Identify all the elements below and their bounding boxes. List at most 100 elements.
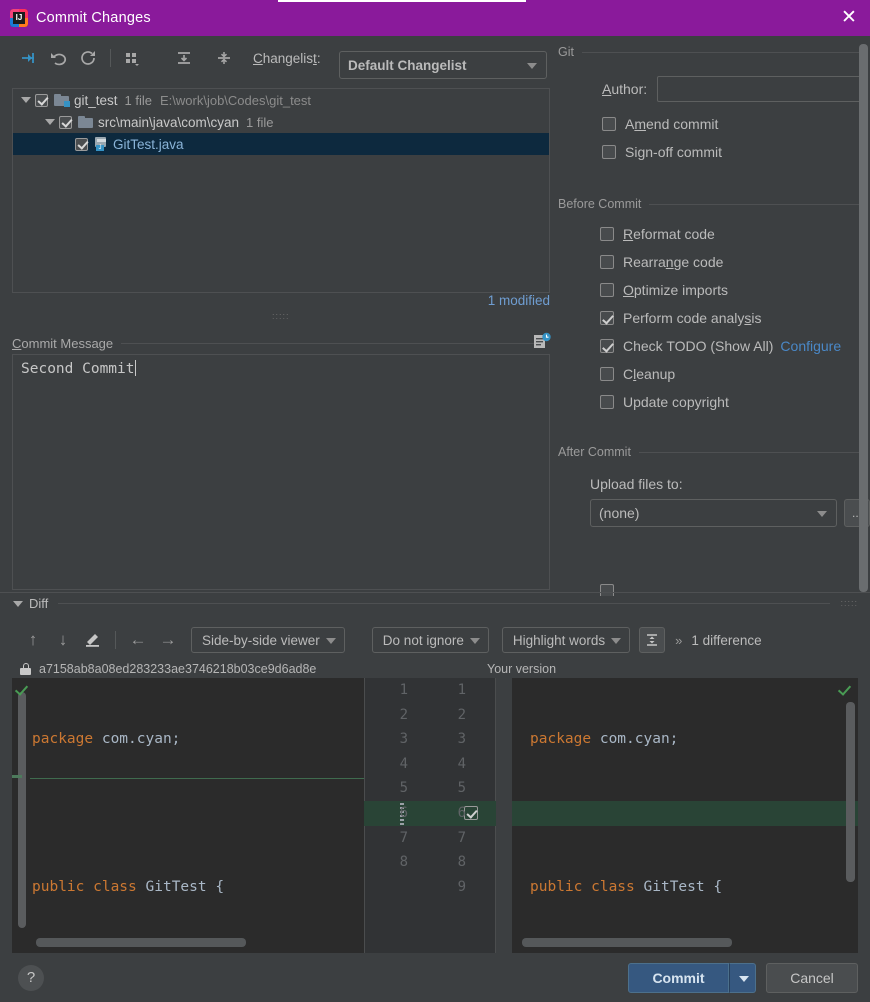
amend-commit-checkbox[interactable] [602, 117, 616, 131]
cleanup-row[interactable]: Cleanup [558, 360, 870, 388]
diff-toolbar: ↑ ↓ ← → Side-by-side viewer Do not ignor… [0, 622, 870, 658]
reformat-code-checkbox[interactable] [600, 227, 614, 241]
author-label: Author: [602, 81, 648, 97]
divider [0, 592, 870, 593]
before-commit-section-title: Before Commit [558, 197, 642, 211]
left-gutter-marker[interactable] [18, 692, 26, 928]
collapse-triangle-icon[interactable] [12, 597, 24, 609]
optimize-imports-checkbox[interactable] [600, 283, 614, 297]
upload-files-label: Upload files to: [590, 476, 683, 492]
reformat-code-label: Reformat code [623, 226, 715, 242]
tree-node-name: src\main\java\com\cyan [98, 114, 240, 130]
sign-off-commit-row[interactable]: Sign-off commit [558, 138, 870, 166]
splitter-grip[interactable]: ::::: [272, 313, 292, 319]
changes-tree[interactable]: git_test 1 file E:\work\job\Codes\git_te… [12, 88, 550, 293]
line-numbers-new: 1 2 3 4 5 6 7 8 9 [426, 678, 466, 899]
check-todo-checkbox[interactable] [600, 339, 614, 353]
commit-message-input[interactable]: Second Commit [12, 354, 550, 590]
accept-change-checkbox[interactable] [464, 806, 478, 820]
reformat-code-row[interactable]: Reformat code [558, 220, 870, 248]
tree-node-meta: 1 file [246, 114, 274, 130]
intellij-idea-logo: IJ [10, 9, 28, 27]
git-section-header: Git [558, 44, 870, 60]
rollback-icon[interactable] [44, 44, 74, 72]
collapse-unchanged-icon[interactable] [639, 627, 666, 653]
update-copyright-row[interactable]: Update copyright [558, 388, 870, 416]
divider [581, 51, 860, 53]
toolbar-divider [115, 631, 116, 649]
diff-section-header: Diff ::::: [12, 594, 858, 612]
changelist-dropdown[interactable]: Default Changelist [339, 51, 547, 79]
close-icon[interactable]: ✕ [836, 6, 862, 30]
line-number: 7 [457, 829, 466, 846]
arrow-up-icon[interactable]: ↑ [18, 627, 48, 653]
row-checkbox[interactable] [59, 115, 72, 129]
diff-pane-right[interactable]: package com.cyan; public class GitTest {… [512, 678, 858, 953]
options-scrollbar[interactable] [858, 44, 868, 614]
commit-changes-dialog: IJ Commit Changes ✕ Changelist: Default … [0, 0, 870, 1002]
expand-all-icon[interactable] [169, 44, 199, 72]
row-checkbox[interactable] [35, 93, 48, 107]
whitespace-mode-dropdown[interactable]: Do not ignore [371, 627, 489, 653]
expand-triangle-icon[interactable] [43, 115, 57, 129]
cancel-button[interactable]: Cancel [766, 963, 858, 993]
check-todo-row[interactable]: Check TODO (Show All) Configure [558, 332, 870, 360]
vertical-scrollbar-right[interactable] [846, 702, 855, 882]
line-number: 5 [457, 780, 466, 797]
arrow-left-icon[interactable]: ← [123, 627, 153, 653]
sign-off-commit-checkbox[interactable] [602, 145, 616, 159]
line-number: 6 [457, 804, 466, 821]
table-row[interactable]: src\main\java\com\cyan 1 file [13, 111, 549, 133]
collapse-all-icon[interactable] [209, 44, 239, 72]
table-row[interactable]: J GitTest.java [13, 133, 549, 155]
perform-code-analysis-checkbox[interactable] [600, 311, 614, 325]
arrow-right-icon[interactable]: → [153, 627, 183, 653]
optimize-imports-row[interactable]: Optimize imports [558, 276, 870, 304]
code-line: public class GitTest { [32, 878, 225, 895]
expand-triangle-icon[interactable] [19, 93, 33, 107]
changelist-value: Default Changelist [348, 57, 467, 73]
pencil-icon[interactable] [78, 627, 108, 653]
modified-count: 1 modified [487, 293, 550, 308]
rearrange-code-checkbox[interactable] [600, 255, 614, 269]
scrollbar-thumb[interactable] [859, 44, 868, 592]
refresh-icon[interactable] [74, 44, 104, 72]
upload-files-dropdown[interactable]: (none) [590, 499, 838, 527]
commit-dropdown-button[interactable] [729, 963, 756, 993]
horizontal-scrollbar-right[interactable] [522, 938, 732, 947]
group-by-icon[interactable] [117, 44, 147, 72]
check-todo-label: Check TODO (Show All) [623, 338, 774, 354]
perform-code-analysis-row[interactable]: Perform code analysis [558, 304, 870, 332]
commit-button[interactable]: Commit [628, 963, 729, 993]
cleanup-label: Cleanup [623, 366, 676, 382]
table-row[interactable]: git_test 1 file E:\work\job\Codes\git_te… [13, 89, 549, 111]
divider [638, 451, 860, 453]
folder-modified-icon [54, 94, 70, 107]
horizontal-scrollbar-left[interactable] [36, 938, 246, 947]
rearrange-code-row[interactable]: Rearrange code [558, 248, 870, 276]
divider [121, 342, 542, 344]
line-number: 9 [457, 878, 466, 895]
divider [649, 203, 860, 205]
author-field[interactable] [657, 76, 862, 102]
message-history-icon[interactable] [532, 332, 552, 350]
row-checkbox[interactable] [75, 137, 88, 151]
highlight-mode-dropdown[interactable]: Highlight words [501, 627, 631, 653]
splitter-grip[interactable]: ::::: [840, 598, 858, 608]
arrow-down-icon[interactable]: ↓ [48, 627, 78, 653]
lock-icon [20, 663, 31, 675]
configure-todo-link[interactable]: Configure [780, 338, 841, 354]
chevron-down-icon [817, 511, 828, 517]
cleanup-checkbox[interactable] [600, 367, 614, 381]
changelist-label: Changelist: [253, 50, 321, 66]
line-number: 6 [399, 804, 408, 821]
collapse-arrows-icon[interactable] [14, 44, 44, 72]
tree-node-name: git_test [74, 92, 118, 108]
update-copyright-checkbox[interactable] [600, 395, 614, 409]
code-line: public static void main(Str [530, 949, 801, 954]
help-button[interactable]: ? [18, 965, 44, 991]
chevron-double-right-icon[interactable]: » [675, 633, 682, 648]
diff-pane-left[interactable]: package com.cyan; public class GitTest {… [12, 678, 364, 953]
viewer-mode-dropdown[interactable]: Side-by-side viewer [191, 627, 345, 653]
amend-commit-row[interactable]: Amend commit [558, 110, 870, 138]
